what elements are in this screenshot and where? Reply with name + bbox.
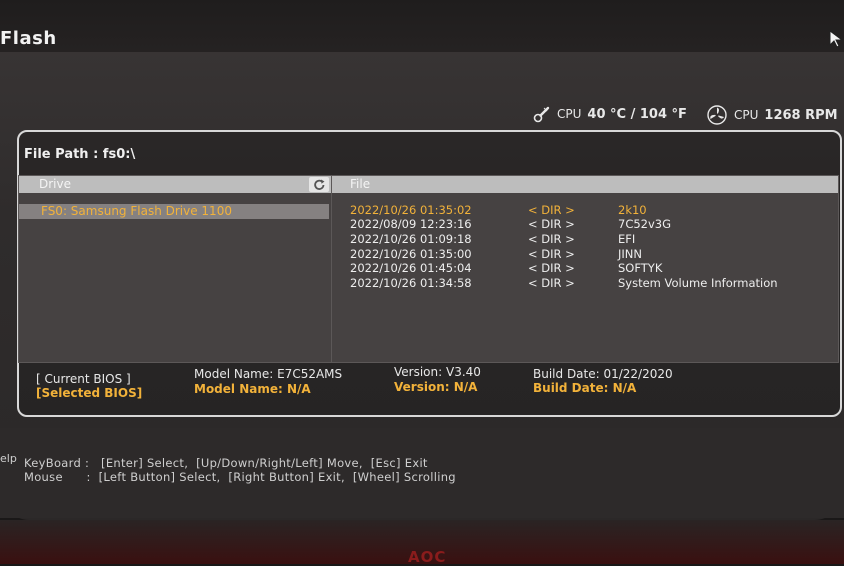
page-title: Flash <box>0 28 57 49</box>
current-bios-label: [ Current BIOS ] <box>36 372 131 386</box>
file-date: 2022/10/26 01:35:02 <box>350 203 472 217</box>
top-bar <box>0 0 844 52</box>
file-row[interactable]: 2022/10/26 01:45:04 < DIR > SOFTYK <box>332 261 838 275</box>
file-type: < DIR > <box>528 232 575 246</box>
refresh-icon <box>313 179 324 190</box>
cpu-temp-label: CPU <box>557 107 582 121</box>
file-date: 2022/10/26 01:35:00 <box>350 247 472 261</box>
file-name: SOFTYK <box>618 261 663 275</box>
current-bios-build-date: Build Date: 01/22/2020 <box>533 367 673 381</box>
selected-bios-version: Version: N/A <box>394 380 478 394</box>
help-title: elp <box>0 452 17 465</box>
refresh-button[interactable] <box>309 177 329 192</box>
file-type: < DIR > <box>528 247 575 261</box>
current-bios-model: Model Name: E7C52AMS <box>194 367 343 381</box>
file-path: File Path : fs0:\ <box>24 147 136 162</box>
drive-item-fs0[interactable]: FS0: Samsung Flash Drive 1100 <box>19 204 329 219</box>
cpu-fan-label: CPU <box>734 108 759 122</box>
file-type: < DIR > <box>528 217 575 231</box>
file-name: System Volume Information <box>618 276 778 290</box>
file-date: 2022/08/09 12:23:16 <box>350 217 472 231</box>
file-name: EFI <box>618 232 636 246</box>
file-date: 2022/10/26 01:09:18 <box>350 232 472 246</box>
selected-bios-build-date: Build Date: N/A <box>533 381 637 395</box>
file-row[interactable]: 2022/10/26 01:34:58 < DIR > System Volum… <box>332 276 838 290</box>
help-mouse: Mouse : [Left Button] Select, [Right But… <box>24 470 456 484</box>
file-row[interactable]: 2022/10/26 01:35:00 < DIR > JINN <box>332 247 838 261</box>
thermometer-icon <box>533 106 550 123</box>
file-panel: File 2022/10/26 01:35:02 < DIR > 2k10 20… <box>331 175 839 363</box>
file-row[interactable]: 2022/08/09 12:23:16 < DIR > 7C52v3G <box>332 217 838 231</box>
file-name: JINN <box>618 247 642 261</box>
fan-icon <box>707 105 727 125</box>
file-type: < DIR > <box>528 276 575 290</box>
file-name: 7C52v3G <box>618 217 672 231</box>
file-date: 2022/10/26 01:45:04 <box>350 261 472 275</box>
cpu-temp-value: 40 °C / 104 °F <box>587 106 687 122</box>
cpu-fan-speed: CPU 1268 RPM <box>706 105 838 125</box>
help-keyboard: KeyBoard : [Enter] Select, [Up/Down/Righ… <box>24 456 428 470</box>
drive-header-label: Drive <box>39 177 71 191</box>
selected-bios-label: [Selected BIOS] <box>36 386 143 400</box>
monitor-brand-logo: AOC <box>408 548 447 566</box>
file-type: < DIR > <box>528 203 575 217</box>
file-name: 2k10 <box>618 203 647 217</box>
selected-bios-model: Model Name: N/A <box>194 382 311 396</box>
file-date: 2022/10/26 01:34:58 <box>350 276 472 290</box>
file-header-label: File <box>350 177 371 191</box>
file-panel-header: File <box>332 176 838 193</box>
cpu-temperature: CPU 40 °C / 104 °F <box>533 105 687 123</box>
cpu-fan-value: 1268 RPM <box>764 107 838 123</box>
file-row[interactable]: 2022/10/26 01:09:18 < DIR > EFI <box>332 232 838 246</box>
drive-panel: Drive FS0: Samsung Flash Drive 1100 <box>18 175 332 363</box>
current-bios-version: Version: V3.40 <box>394 365 481 379</box>
mouse-cursor-icon <box>829 30 844 48</box>
file-type: < DIR > <box>528 261 575 275</box>
drive-panel-header: Drive <box>19 176 331 193</box>
file-row[interactable]: 2022/10/26 01:35:02 < DIR > 2k10 <box>332 203 838 217</box>
